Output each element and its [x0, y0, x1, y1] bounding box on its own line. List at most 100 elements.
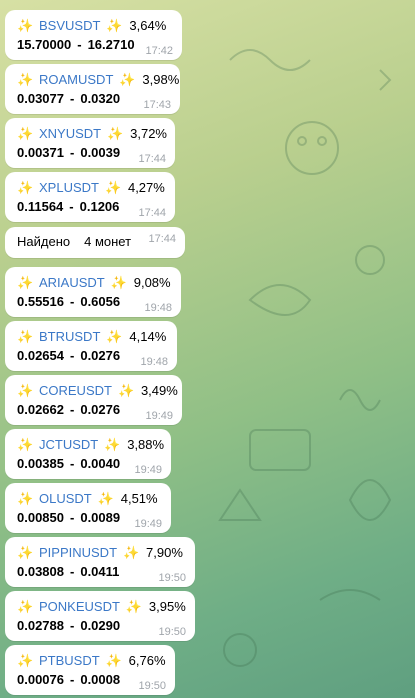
- ticker-link[interactable]: BTRUSDT: [39, 327, 100, 347]
- signal-header: ✨ XPLUSDT ✨ 4,27%: [17, 178, 165, 198]
- range-dash: -: [70, 91, 75, 106]
- price-high: 0.0411: [80, 564, 120, 579]
- sparkle-icon: ✨: [97, 491, 114, 506]
- price-low: 0.02654: [17, 348, 64, 363]
- percent-change: 9,08%: [133, 275, 171, 290]
- ticker-link[interactable]: ROAMUSDT: [39, 70, 113, 90]
- range-dash: -: [70, 294, 75, 309]
- ticker-link[interactable]: XPLUSDT: [39, 178, 99, 198]
- message-time: 19:50: [138, 680, 166, 692]
- sparkle-icon: ✨: [110, 275, 127, 290]
- message-time: 19:49: [134, 518, 162, 530]
- price-high: 0.0089: [80, 510, 121, 525]
- range-dash: -: [70, 618, 75, 633]
- message-time: 19:50: [158, 626, 186, 638]
- signal-message-roamusdt[interactable]: ✨ ROAMUSDT ✨ 3,98% 0.03077-0.0320 17:43: [5, 64, 180, 114]
- price-high: 0.0039: [80, 145, 121, 160]
- signal-message-coreusdt[interactable]: ✨ COREUSDT ✨ 3,49% 0.02662-0.0276 19:49: [5, 375, 182, 425]
- range-dash: -: [70, 348, 75, 363]
- signal-header: ✨ OLUSDT ✨ 4,51%: [17, 489, 161, 509]
- message-time: 17:42: [145, 45, 173, 57]
- sparkle-icon: ✨: [117, 383, 135, 398]
- price-low: 0.00385: [17, 456, 64, 471]
- sparkle-icon: ✨: [17, 18, 34, 33]
- found-count: 4 монет: [84, 234, 132, 249]
- sparkle-icon: ✨: [17, 180, 34, 195]
- sparkle-icon: ✨: [119, 72, 136, 87]
- price-high: 0.0040: [80, 456, 121, 471]
- signal-header: ✨ BTRUSDT ✨ 4,14%: [17, 327, 167, 347]
- signal-message-btrusdt[interactable]: ✨ BTRUSDT ✨ 4,14% 0.02654-0.0276 19:48: [5, 321, 177, 371]
- percent-change: 4,51%: [120, 491, 158, 506]
- signal-message-ponkeusdt[interactable]: ✨ PONKEUSDT ✨ 3,95% 0.02788-0.0290 19:50: [5, 591, 195, 641]
- range-dash: -: [70, 456, 75, 471]
- sparkle-icon: ✨: [17, 545, 34, 560]
- signal-header: ✨ PONKEUSDT ✨ 3,95%: [17, 597, 186, 617]
- message-time: 19:49: [145, 410, 173, 422]
- sparkle-icon: ✨: [17, 126, 34, 141]
- sparkle-icon: ✨: [123, 545, 140, 560]
- sparkle-icon: ✨: [17, 491, 34, 506]
- percent-change: 3,64%: [129, 18, 167, 33]
- ticker-link[interactable]: ARIAUSDT: [39, 273, 105, 293]
- range-dash: -: [70, 510, 75, 525]
- message-time: 19:50: [158, 572, 186, 584]
- price-low: 0.02662: [17, 402, 64, 417]
- sparkle-icon: ✨: [17, 599, 34, 614]
- price-low: 0.03808: [17, 564, 64, 579]
- range-dash: -: [70, 564, 75, 579]
- range-dash: -: [70, 145, 75, 160]
- signal-message-jctusdt[interactable]: ✨ JCTUSDT ✨ 3,88% 0.00385-0.0040 19:49: [5, 429, 171, 479]
- signal-header: ✨ PTBUSDT ✨ 6,76%: [17, 651, 166, 671]
- percent-change: 4,14%: [129, 329, 167, 344]
- percent-change: 3,49%: [140, 383, 178, 398]
- percent-change: 3,72%: [130, 126, 167, 141]
- range-dash: -: [70, 402, 75, 417]
- signal-message-xplusdt[interactable]: ✨ XPLUSDT ✨ 4,27% 0.11564-0.1206 17:44: [5, 172, 175, 222]
- price-high: 0.0320: [80, 91, 121, 106]
- message-time: 17:44: [148, 233, 176, 245]
- signal-message-bsvusdt[interactable]: ✨ BSVUSDT ✨ 3,64% 15.70000-16.2710 17:42: [5, 10, 182, 60]
- message-time: 17:43: [143, 99, 171, 111]
- ticker-link[interactable]: OLUSDT: [39, 489, 92, 509]
- signal-message-ptbusdt[interactable]: ✨ PTBUSDT ✨ 6,76% 0.00076-0.0008 19:50: [5, 645, 175, 695]
- ticker-link[interactable]: PONKEUSDT: [39, 597, 120, 617]
- price-low: 0.03077: [17, 91, 64, 106]
- sparkle-icon: ✨: [107, 126, 124, 141]
- sparkle-icon: ✨: [104, 437, 121, 452]
- found-label: Найдено: [17, 234, 71, 249]
- price-low: 0.00076: [17, 672, 64, 687]
- range-dash: -: [70, 672, 75, 687]
- signal-header: ✨ ARIAUSDT ✨ 9,08%: [17, 273, 171, 293]
- price-low: 15.70000: [17, 37, 72, 52]
- message-time: 19:48: [140, 356, 168, 368]
- signal-message-xnyusdt[interactable]: ✨ XNYUSDT ✨ 3,72% 0.00371-0.0039 17:44: [5, 118, 175, 168]
- ticker-link[interactable]: PTBUSDT: [39, 651, 100, 671]
- ticker-link[interactable]: BSVUSDT: [39, 16, 100, 36]
- message-time: 19:48: [144, 302, 172, 314]
- signal-message-ariausdt[interactable]: ✨ ARIAUSDT ✨ 9,08% 0.55516-0.6056 19:48: [5, 267, 181, 317]
- sparkle-icon: ✨: [17, 653, 34, 668]
- signal-header: ✨ BSVUSDT ✨ 3,64%: [17, 16, 172, 36]
- signal-message-pippinusdt[interactable]: ✨ PIPPINUSDT ✨ 7,90% 0.03808-0.0411 19:5…: [5, 537, 195, 587]
- price-low: 0.11564: [17, 199, 64, 214]
- price-high: 16.2710: [87, 37, 135, 52]
- price-low: 0.55516: [17, 294, 64, 309]
- sparkle-icon: ✨: [104, 180, 122, 195]
- message-time: 17:44: [138, 153, 166, 165]
- summary-message[interactable]: Найдено 4 монет 17:44: [5, 227, 185, 258]
- signal-header: ✨ XNYUSDT ✨ 3,72%: [17, 124, 167, 144]
- range-dash: -: [77, 37, 82, 52]
- sparkle-icon: ✨: [106, 329, 123, 344]
- ticker-link[interactable]: XNYUSDT: [39, 124, 101, 144]
- percent-change: 7,90%: [146, 545, 183, 560]
- percent-change: 6,76%: [128, 653, 166, 668]
- ticker-link[interactable]: PIPPINUSDT: [39, 543, 117, 563]
- signal-message-olusdt[interactable]: ✨ OLUSDT ✨ 4,51% 0.00850-0.0089 19:49: [5, 483, 171, 533]
- price-high: 0.1206: [79, 199, 120, 214]
- ticker-link[interactable]: COREUSDT: [39, 381, 112, 401]
- price-high: 0.0276: [80, 402, 121, 417]
- sparkle-icon: ✨: [17, 275, 34, 290]
- ticker-link[interactable]: JCTUSDT: [39, 435, 98, 455]
- price-low: 0.02788: [17, 618, 64, 633]
